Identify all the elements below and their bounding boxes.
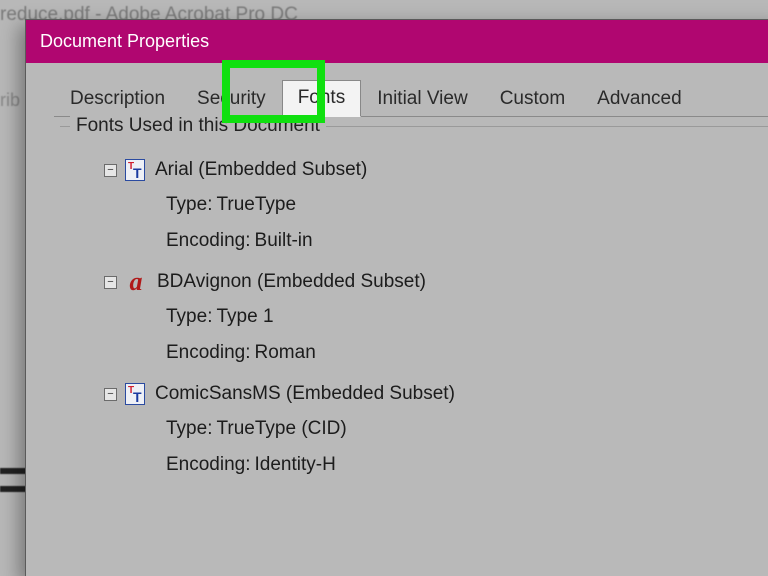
tab-advanced[interactable]: Advanced <box>581 81 698 117</box>
groupbox-legend: Fonts Used in this Document <box>70 115 326 137</box>
tree-row[interactable]: Type: TrueType <box>104 187 768 223</box>
font-node: − ComicSansMS (Embedded Subset) Type: Tr… <box>104 377 768 483</box>
type-label: Type: <box>166 418 212 440</box>
background-decoration <box>0 486 28 492</box>
tree-row[interactable]: Encoding: Identity-H <box>104 447 768 483</box>
tab-label: Security <box>197 88 266 109</box>
tab-label: Fonts <box>298 87 346 108</box>
document-properties-dialog: Document Properties Description Security… <box>25 19 768 576</box>
type-value: Type 1 <box>216 306 273 328</box>
truetype-font-icon <box>125 383 145 405</box>
background-decoration <box>0 468 28 474</box>
tab-custom[interactable]: Custom <box>484 81 581 117</box>
font-name: Arial (Embedded Subset) <box>153 159 367 181</box>
tree-row[interactable]: − a BDAvignon (Embedded Subset) <box>104 265 768 299</box>
tab-security[interactable]: Security <box>181 81 282 117</box>
tab-description[interactable]: Description <box>54 81 181 117</box>
tab-initial-view[interactable]: Initial View <box>361 81 483 117</box>
encoding-label: Encoding: <box>166 230 251 252</box>
encoding-value: Roman <box>255 342 316 364</box>
dialog-titlebar[interactable]: Document Properties <box>26 20 768 63</box>
encoding-label: Encoding: <box>166 454 251 476</box>
tree-row[interactable]: − Arial (Embedded Subset) <box>104 153 768 187</box>
encoding-value: Identity-H <box>255 454 336 476</box>
truetype-font-icon <box>125 159 145 181</box>
fonts-tree[interactable]: − Arial (Embedded Subset) Type: TrueType… <box>104 153 768 483</box>
tab-label: Description <box>70 88 165 109</box>
tree-row[interactable]: Encoding: Built-in <box>104 223 768 259</box>
type-value: TrueType (CID) <box>216 418 346 440</box>
tree-row[interactable]: Type: TrueType (CID) <box>104 411 768 447</box>
dialog-client-area: Description Security Fonts Initial View … <box>26 63 768 576</box>
type-label: Type: <box>166 194 212 216</box>
dialog-title: Document Properties <box>40 31 209 52</box>
collapse-icon[interactable]: − <box>104 276 117 289</box>
collapse-icon[interactable]: − <box>104 388 117 401</box>
tab-label: Advanced <box>597 88 682 109</box>
font-node: − Arial (Embedded Subset) Type: TrueType… <box>104 153 768 259</box>
tab-fonts[interactable]: Fonts <box>282 80 362 117</box>
type-label: Type: <box>166 306 212 328</box>
font-node: − a BDAvignon (Embedded Subset) Type: Ty… <box>104 265 768 371</box>
tree-row[interactable]: Encoding: Roman <box>104 335 768 371</box>
encoding-value: Built-in <box>255 230 313 252</box>
type-value: TrueType <box>216 194 296 216</box>
font-name: ComicSansMS (Embedded Subset) <box>153 383 455 405</box>
tree-row[interactable]: Type: Type 1 <box>104 299 768 335</box>
fonts-groupbox: Fonts Used in this Document − Arial (Emb… <box>60 126 768 483</box>
tab-strip: Description Security Fonts Initial View … <box>26 63 768 117</box>
font-name: BDAvignon (Embedded Subset) <box>155 271 426 293</box>
background-partial-text: rib <box>0 90 20 111</box>
collapse-icon[interactable]: − <box>104 164 117 177</box>
type1-font-icon: a <box>125 271 147 293</box>
encoding-label: Encoding: <box>166 342 251 364</box>
tree-row[interactable]: − ComicSansMS (Embedded Subset) <box>104 377 768 411</box>
tab-label: Initial View <box>377 88 467 109</box>
tab-label: Custom <box>500 88 565 109</box>
